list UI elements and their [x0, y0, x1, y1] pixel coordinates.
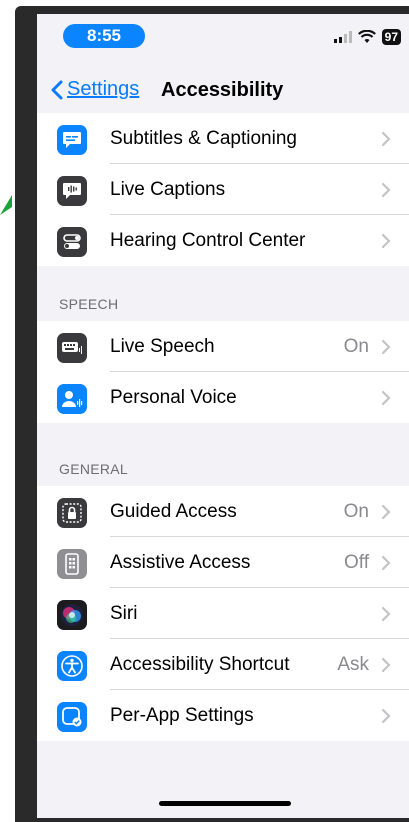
row-label: Accessibility Shortcut [110, 654, 290, 675]
lock-icon [57, 498, 87, 528]
row-live-speech[interactable]: Live Speech On [37, 321, 409, 372]
battery-icon: 97 [381, 29, 401, 45]
signal-icon [333, 31, 352, 43]
app-check-icon [57, 702, 87, 732]
chevron-left-icon [51, 80, 63, 99]
live-captions-icon [57, 176, 87, 206]
chevron-right-icon [381, 708, 391, 724]
chevron-right-icon [381, 606, 391, 622]
chevron-right-icon [381, 390, 391, 406]
row-assistive-access[interactable]: Assistive Access Off [37, 537, 409, 588]
chevron-right-icon [381, 233, 391, 249]
back-button[interactable]: Settings [51, 78, 139, 101]
row-value: On [343, 501, 369, 522]
accessibility-icon [57, 651, 87, 681]
row-label: Personal Voice [110, 387, 237, 408]
chevron-right-icon [381, 504, 391, 520]
row-subtitles-captioning[interactable]: Subtitles & Captioning [37, 113, 409, 164]
group-speech: Live Speech On Personal Voice [37, 321, 409, 423]
person-voice-icon [57, 384, 87, 414]
subtitles-icon [57, 125, 87, 155]
toggle-switches-icon [57, 227, 87, 257]
chevron-right-icon [381, 182, 391, 198]
row-per-app-settings[interactable]: Per-App Settings [37, 690, 409, 741]
section-header-speech: SPEECH [59, 296, 119, 312]
section-header-general: GENERAL [59, 461, 129, 477]
chevron-right-icon [381, 555, 391, 571]
chevron-right-icon [381, 339, 391, 355]
group-hearing: Subtitles & Captioning Live Captions Hea… [37, 113, 409, 266]
row-label: Assistive Access [110, 552, 251, 573]
status-bar: 8:55 97 [37, 14, 409, 64]
chevron-right-icon [381, 657, 391, 673]
back-label: Settings [67, 78, 140, 100]
nav-bar: Settings Accessibility [37, 70, 409, 114]
page-title: Accessibility [161, 79, 284, 101]
row-siri[interactable]: Siri [37, 588, 409, 639]
row-personal-voice[interactable]: Personal Voice [37, 372, 409, 423]
phone-grid-icon [57, 549, 87, 579]
row-label: Hearing Control Center [110, 230, 306, 251]
row-label: Subtitles & Captioning [110, 128, 297, 149]
row-value: Off [344, 552, 369, 573]
row-label: Live Speech [110, 336, 215, 357]
status-icons: 97 [333, 28, 401, 46]
row-value: Ask [337, 654, 369, 675]
green-arrow-icon [0, 195, 12, 215]
phone-screen: 8:55 97 Settings Accessibility Subtitles… [37, 14, 409, 818]
siri-icon [57, 600, 87, 630]
row-accessibility-shortcut[interactable]: Accessibility Shortcut Ask [37, 639, 409, 690]
chevron-right-icon [381, 131, 391, 147]
row-live-captions[interactable]: Live Captions [37, 164, 409, 215]
status-time: 8:55 [63, 24, 145, 48]
wifi-icon [357, 30, 376, 43]
keyboard-icon [57, 333, 87, 363]
row-label: Per-App Settings [110, 705, 254, 726]
group-general: Guided Access On Assistive Access Off Si… [37, 486, 409, 741]
row-label: Live Captions [110, 179, 226, 200]
row-label: Siri [110, 603, 138, 624]
row-label: Guided Access [110, 501, 237, 522]
row-guided-access[interactable]: Guided Access On [37, 486, 409, 537]
row-value: On [343, 336, 369, 357]
home-indicator[interactable] [159, 801, 291, 806]
row-hearing-control-center[interactable]: Hearing Control Center [37, 215, 409, 266]
